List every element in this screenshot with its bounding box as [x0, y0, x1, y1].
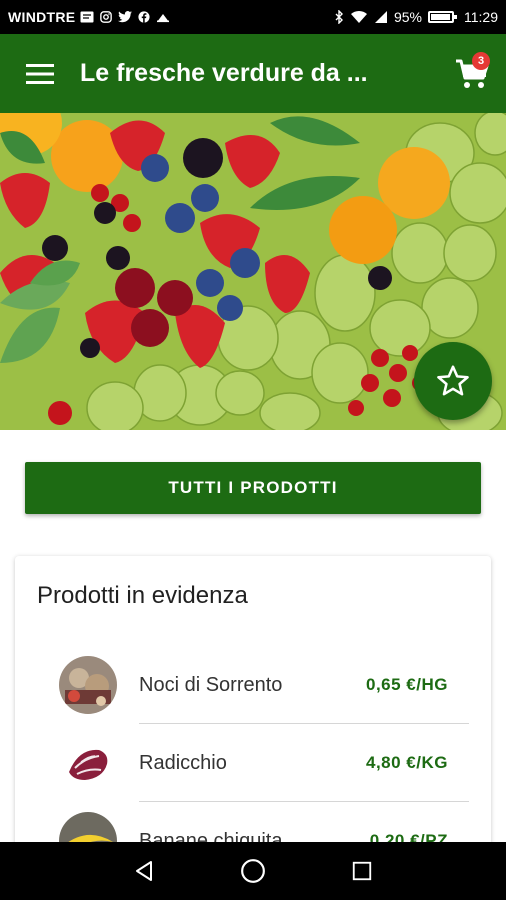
cloud-icon: [157, 14, 170, 23]
back-button[interactable]: [124, 851, 164, 891]
all-products-button[interactable]: TUTTI I PRODOTTI: [25, 462, 481, 514]
home-button[interactable]: [233, 851, 273, 891]
favorite-fab[interactable]: [414, 342, 492, 420]
back-icon: [136, 861, 153, 881]
twitter-icon: [118, 11, 133, 23]
system-navigation-bar: [0, 842, 506, 900]
menu-button[interactable]: [0, 34, 80, 113]
hamburger-menu-icon: [26, 63, 54, 84]
bluetooth-icon: [335, 10, 343, 24]
product-item[interactable]: Radicchio 4,80 €/KG: [15, 724, 491, 802]
wifi-icon: [350, 10, 367, 23]
message-icon: [80, 11, 94, 23]
app-bar: Le fresche verdure da ... 3: [0, 34, 506, 113]
product-price: 4,80 €/KG: [366, 753, 448, 772]
battery-icon: [428, 11, 457, 23]
app-title: Le fresche verdure da ...: [80, 59, 368, 87]
radicchio-thumbnail: [59, 734, 117, 792]
product-name: Noci di Sorrento: [139, 673, 283, 696]
cart-count-badge: 3: [472, 52, 490, 70]
carrier-name: WINDTRE: [8, 9, 76, 25]
instagram-icon: [100, 11, 113, 23]
app-screen: WINDTRE 95% 11:29 Le fresche verdure da …: [0, 0, 506, 900]
clock: 11:29: [464, 9, 498, 25]
product-item[interactable]: Noci di Sorrento 0,65 €/HG: [15, 646, 491, 724]
recents-button[interactable]: [342, 851, 382, 891]
battery-percent: 95%: [393, 9, 422, 25]
product-price: 0,65 €/HG: [366, 675, 448, 694]
signal-icon: [374, 11, 387, 23]
home-icon: [241, 859, 265, 883]
facebook-icon: [138, 11, 151, 23]
star-outline-icon: [437, 365, 469, 396]
walnuts-thumbnail: [59, 656, 117, 714]
status-bar: WINDTRE 95% 11:29: [0, 0, 506, 34]
cart-button[interactable]: 3: [438, 34, 506, 113]
recents-icon: [352, 861, 371, 881]
battery-level-fill: [431, 14, 450, 20]
product-name: Radicchio: [139, 751, 227, 774]
featured-title: Prodotti in evidenza: [37, 582, 248, 609]
